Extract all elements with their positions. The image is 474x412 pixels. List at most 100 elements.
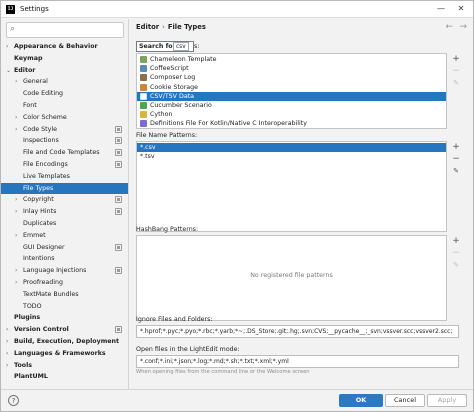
- file-type-item[interactable]: Cython: [137, 110, 446, 119]
- chevron-right-icon[interactable]: ›: [15, 112, 17, 123]
- sidebar-item-textmate-bundles[interactable]: TextMate Bundles: [1, 289, 128, 300]
- chevron-right-icon[interactable]: ›: [6, 324, 8, 335]
- add-icon[interactable]: +: [450, 53, 462, 65]
- file-name-patterns-list[interactable]: *.csv *.tsv: [136, 141, 447, 232]
- sidebar-item-label: Color Scheme: [23, 113, 67, 121]
- chevron-right-icon[interactable]: ›: [15, 277, 17, 288]
- sidebar-item-todo[interactable]: TODO: [1, 301, 128, 312]
- help-icon[interactable]: ?: [8, 395, 19, 406]
- sidebar-item-file-encodings[interactable]: File Encodings: [1, 159, 128, 170]
- sidebar-item-version-control[interactable]: › Version Control: [1, 324, 128, 335]
- file-type-icon: [140, 92, 147, 100]
- sidebar-item-duplicates[interactable]: Duplicates: [1, 218, 128, 229]
- ignore-files-input[interactable]: *.hprof;*.pyc;*.pyo;*.rbc;*.yarb;*~;.DS_…: [136, 325, 459, 338]
- remove-pattern-icon[interactable]: −: [450, 153, 462, 165]
- add-pattern-icon[interactable]: +: [450, 141, 462, 153]
- sidebar-item-build-execution-deployment[interactable]: › Build, Execution, Deployment: [1, 336, 128, 347]
- speed-search-popup[interactable]: Search for: csv: [136, 41, 194, 52]
- edit-icon[interactable]: ✎: [450, 77, 462, 89]
- sidebar-item-languages-frameworks[interactable]: › Languages & Frameworks: [1, 348, 128, 359]
- ok-button[interactable]: OK: [339, 394, 383, 407]
- sidebar-item-copyright[interactable]: › Copyright: [1, 194, 128, 205]
- chevron-down-icon[interactable]: ⌄: [6, 65, 11, 76]
- file-type-icon: [140, 83, 147, 91]
- chevron-right-icon[interactable]: ›: [15, 194, 17, 205]
- remove-hashbang-icon[interactable]: −: [450, 247, 462, 259]
- sidebar-item-file-types[interactable]: File Types: [1, 182, 128, 194]
- file-type-item[interactable]: Chameleon Template: [137, 55, 446, 64]
- file-name-patterns-label: File Name Patterns:: [136, 132, 198, 139]
- file-type-item[interactable]: Composer Log: [137, 73, 446, 82]
- sidebar-item-tools[interactable]: › Tools: [1, 360, 128, 371]
- settings-window: IJ Settings — ✕ ⌕ › Appearance & Behavior…: [0, 0, 474, 412]
- sidebar-item-label: File and Code Templates: [23, 149, 100, 157]
- file-type-item[interactable]: CSV/TSV Data: [137, 91, 446, 101]
- file-types-list[interactable]: Chameleon Template CoffeeScript Composer L…: [136, 53, 447, 129]
- sidebar-item-gui-designer[interactable]: GUI Designer: [1, 242, 128, 253]
- sidebar-item-inlay-hints[interactable]: › Inlay Hints: [1, 206, 128, 217]
- file-type-item[interactable]: CoffeeScript: [137, 64, 446, 73]
- back-arrow-icon[interactable]: ←: [445, 22, 453, 32]
- file-type-icon: [140, 120, 147, 128]
- sidebar-item-proofreading[interactable]: › Proofreading: [1, 277, 128, 288]
- pattern-item[interactable]: *.tsv: [137, 152, 446, 161]
- chevron-right-icon[interactable]: ›: [6, 336, 8, 347]
- project-scope-icon: [115, 137, 122, 145]
- breadcrumb: Editor › File Types: [136, 23, 206, 31]
- sidebar-item-intentions[interactable]: Intentions: [1, 253, 128, 264]
- sidebar-item-label: Emmet: [23, 231, 46, 239]
- sidebar-item-color-scheme[interactable]: › Color Scheme: [1, 112, 128, 123]
- chevron-right-icon[interactable]: ›: [15, 265, 17, 276]
- file-type-item[interactable]: Definitions File For Kotlin/Native C Int…: [137, 119, 446, 128]
- hashbang-patterns-list[interactable]: No registered file patterns: [136, 235, 447, 321]
- project-scope-icon: [115, 243, 122, 251]
- sidebar-item-appearance-behavior[interactable]: › Appearance & Behavior: [1, 41, 128, 52]
- sidebar-item-file-and-code-templates[interactable]: File and Code Templates: [1, 147, 128, 158]
- breadcrumb-parent[interactable]: Editor: [136, 23, 159, 31]
- sidebar-item-label: Code Editing: [23, 90, 64, 98]
- chevron-right-icon[interactable]: ›: [6, 348, 8, 359]
- hashbang-toolbar: + − ✎: [450, 235, 462, 271]
- edit-hashbang-icon[interactable]: ✎: [450, 259, 462, 271]
- sidebar-item-inspections[interactable]: Inspections: [1, 135, 128, 146]
- sidebar-item-general[interactable]: › General: [1, 76, 128, 87]
- chevron-right-icon[interactable]: ›: [15, 124, 17, 135]
- sidebar-item-label: Appearance & Behavior: [14, 43, 98, 50]
- minimize-button[interactable]: —: [431, 2, 451, 16]
- sidebar-item-plantuml[interactable]: PlantUML: [1, 371, 128, 382]
- pattern-item[interactable]: *.csv: [137, 143, 446, 152]
- chevron-right-icon[interactable]: ›: [6, 41, 8, 52]
- chevron-right-icon[interactable]: ›: [15, 76, 17, 87]
- chevron-right-icon[interactable]: ›: [6, 360, 8, 371]
- sidebar-item-code-style[interactable]: › Code Style: [1, 124, 128, 135]
- sidebar-item-keymap[interactable]: Keymap: [1, 53, 128, 64]
- settings-search-input[interactable]: ⌕: [6, 22, 124, 38]
- sidebar-item-editor[interactable]: ⌄ Editor: [1, 65, 128, 76]
- chevron-right-icon[interactable]: ›: [15, 230, 17, 241]
- chevron-right-icon[interactable]: ›: [15, 206, 17, 217]
- sidebar-item-plugins[interactable]: Plugins: [1, 312, 128, 323]
- forward-arrow-icon[interactable]: →: [459, 22, 467, 32]
- apply-button[interactable]: Apply: [427, 394, 467, 407]
- sidebar-item-label: Version Control: [14, 326, 69, 334]
- file-type-label: Cucumber Scenario: [150, 102, 212, 109]
- breadcrumb-current: File Types: [167, 23, 206, 31]
- file-type-item[interactable]: Cucumber Scenario: [137, 101, 446, 110]
- remove-icon[interactable]: −: [450, 65, 462, 77]
- cancel-button[interactable]: Cancel: [385, 394, 425, 407]
- sidebar-item-live-templates[interactable]: Live Templates: [1, 171, 128, 182]
- breadcrumb-separator: ›: [162, 23, 165, 31]
- sidebar-item-code-editing[interactable]: Code Editing: [1, 88, 128, 99]
- speed-search-value[interactable]: csv: [173, 42, 189, 51]
- edit-pattern-icon[interactable]: ✎: [450, 165, 462, 177]
- add-hashbang-icon[interactable]: +: [450, 235, 462, 247]
- sidebar-item-label: PlantUML: [14, 373, 48, 381]
- sidebar-item-font[interactable]: Font: [1, 100, 128, 111]
- file-types-panel: Editor › File Types ← → Search for: csv s:…: [130, 19, 473, 389]
- sidebar-item-emmet[interactable]: › Emmet: [1, 230, 128, 241]
- lightedit-input[interactable]: *.conf;*.ini;*.json;*.log;*.md;*.sh;*.tx…: [136, 355, 459, 368]
- file-type-item[interactable]: Cookie Storage: [137, 83, 446, 92]
- sidebar-item-language-injections[interactable]: › Language Injections: [1, 265, 128, 276]
- close-button[interactable]: ✕: [451, 2, 471, 16]
- project-scope-icon: [115, 161, 122, 168]
